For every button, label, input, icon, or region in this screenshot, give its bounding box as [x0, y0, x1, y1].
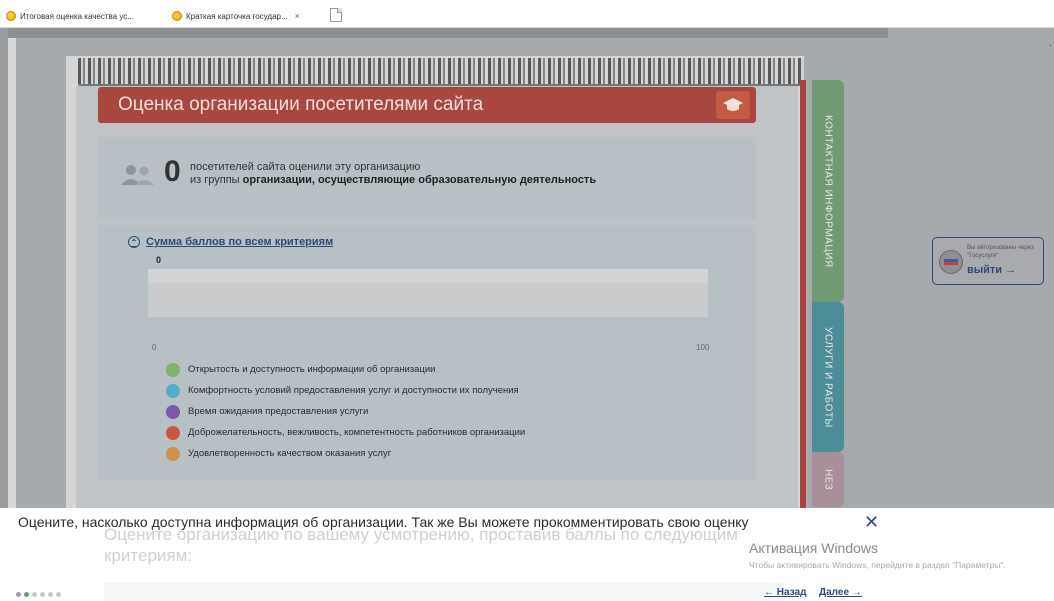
logout-link[interactable]: выйти → — [967, 264, 1016, 276]
notebook-red-edge — [800, 80, 806, 520]
page-top-strip — [8, 28, 888, 38]
score-bar-track — [148, 269, 708, 317]
browser-tab-2[interactable]: Краткая карточка государ... × — [166, 7, 306, 25]
criteria-legend: Открытость и доступность информации об о… — [166, 359, 525, 464]
legend-dot-icon — [166, 425, 180, 440]
new-tab-button[interactable] — [330, 8, 342, 22]
legend-item: Комфортность условий предоставления услу… — [166, 380, 525, 401]
legend-item: Удовлетворенность качеством оказания усл… — [166, 443, 525, 464]
favicon-icon — [6, 11, 16, 21]
tour-background-card — [104, 582, 784, 601]
gosuslugi-auth-widget: Вы авторизованы через "Госуслуги" выйти … — [932, 237, 1044, 285]
tab-title: Итоговая оценка качества ус... — [20, 11, 134, 21]
tab-close-icon[interactable]: × — [295, 11, 300, 21]
legend-dot-icon — [166, 404, 180, 419]
tour-message: Оцените, насколько доступна информация о… — [18, 514, 749, 530]
bar-value-label: 0 — [156, 255, 162, 265]
scroll-edge-mark: · — [1048, 40, 1052, 51]
axis-max-label: 100 — [696, 343, 710, 352]
tab-contacts[interactable]: КОНТАКТНАЯ ИНФОРМАЦИЯ — [812, 80, 844, 302]
visitor-caption: посетителей сайта оценили эту организаци… — [190, 161, 421, 173]
tab-other[interactable]: НЕЗ — [812, 452, 844, 507]
legend-label: Открытость и доступность информации об о… — [188, 364, 436, 375]
sum-toggle-label: Сумма баллов по всем критериям — [146, 236, 334, 248]
legend-label: Время ожидания предоставления услуги — [188, 406, 369, 417]
tour-prev-button[interactable]: ← Назад — [764, 587, 806, 598]
guided-tour-panel: Оцените организацию по вашему усмотрению… — [0, 508, 1054, 601]
legend-label: Доброжелательность, вежливость, компетен… — [188, 427, 526, 438]
graduation-cap-icon — [723, 98, 743, 111]
auth-note: Вы авторизованы через "Госуслуги" — [967, 245, 1034, 259]
rating-title: Оценка организации посетителями сайта — [118, 94, 484, 115]
tour-step-dot[interactable] — [48, 592, 53, 597]
visitor-group-name: организации, осуществляющие образователь… — [242, 174, 597, 186]
close-icon[interactable]: ✕ — [864, 512, 879, 533]
legend-item: Доброжелательность, вежливость, компетен… — [166, 422, 525, 443]
legend-item: Открытость и доступность информации об о… — [166, 359, 525, 380]
score-bar-highlight — [148, 269, 708, 283]
legend-label: Комфортность условий предоставления услу… — [188, 385, 519, 396]
tab-services[interactable]: УСЛУГИ И РАБОТЫ — [812, 302, 844, 452]
graduation-cap-button[interactable] — [716, 91, 750, 119]
tour-step-dot[interactable] — [16, 592, 21, 597]
chevron-up-icon: ⌃ — [128, 236, 140, 248]
visitor-group-caption: из группы организации, осуществляющие об… — [190, 174, 596, 186]
legend-dot-icon — [166, 446, 180, 461]
tour-step-dot[interactable] — [24, 592, 29, 597]
browser-tab-1[interactable]: Итоговая оценка качества ус... — [6, 7, 134, 25]
axis-min-label: 0 — [152, 343, 157, 352]
sum-toggle-link[interactable]: ⌃ Сумма баллов по всем критериям — [128, 236, 333, 248]
windows-activation-title: Активация Windows — [749, 540, 879, 556]
tour-step-dot[interactable] — [40, 592, 45, 597]
gosuslugi-logo-icon — [939, 250, 963, 274]
visitor-count: 0 — [164, 155, 181, 188]
favicon-icon — [172, 11, 182, 21]
tour-progress-dots — [16, 592, 61, 597]
browser-tab-strip: Итоговая оценка качества ус... Краткая к… — [0, 0, 1054, 28]
windows-activation-note: Чтобы активировать Windows, перейдите в … — [749, 560, 1006, 570]
legend-dot-icon — [166, 362, 180, 377]
tour-step-dot[interactable] — [32, 592, 37, 597]
legend-label: Удовлетворенность качеством оказания усл… — [188, 448, 392, 459]
visitor-group-prefix: из группы — [190, 174, 243, 186]
rating-title-bar: Оценка организации посетителями сайта — [98, 87, 756, 123]
spiral-binding — [78, 58, 803, 86]
tour-background-text: Оцените организацию по вашему усмотрению… — [104, 525, 738, 565]
legend-dot-icon — [166, 383, 180, 398]
tour-next-button[interactable]: Далее → — [819, 587, 862, 598]
visitors-icon — [121, 165, 154, 185]
visitor-summary: 0 посетителей сайта оценили эту организа… — [98, 137, 756, 219]
score-chart: ⌃ Сумма баллов по всем критериям 0 0 100… — [98, 225, 756, 480]
tab-title: Краткая карточка государ... — [186, 11, 288, 21]
tour-step-dot[interactable] — [56, 592, 61, 597]
legend-item: Время ожидания предоставления услуги — [166, 401, 525, 422]
